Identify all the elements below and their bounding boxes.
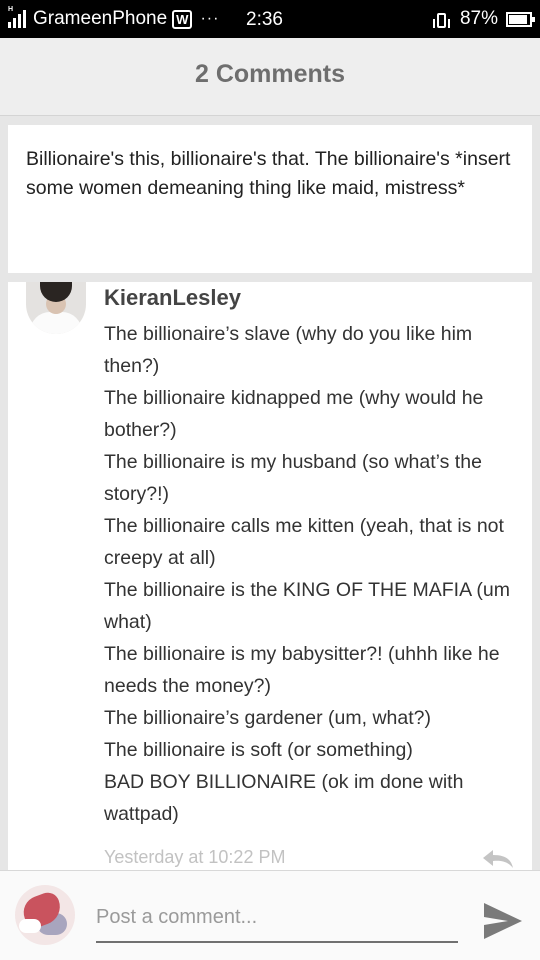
battery-percent: 87% <box>459 8 498 29</box>
vibrate-icon <box>432 10 450 28</box>
current-user-avatar <box>15 885 75 945</box>
send-icon[interactable] <box>482 901 524 941</box>
story-excerpt-text: Billionaire's this, billionaire's that. … <box>26 148 511 199</box>
comment-timestamp: Yesterday at 10:22 PM <box>104 847 286 867</box>
story-excerpt-card: Billionaire's this, billionaire's that. … <box>8 125 532 273</box>
comment-body: The billionaire’s slave (why do you like… <box>104 318 528 830</box>
status-bar-left: H GrameenPhone W ··· <box>8 6 220 30</box>
comment-line: The billionaire’s gardener (um, what?) <box>104 707 431 729</box>
signal-icon: H <box>8 6 28 28</box>
carrier-name: GrameenPhone <box>33 8 168 29</box>
comment-input[interactable] <box>96 899 458 943</box>
comment-line: The billionaire is my babysitter?! (uhhh… <box>104 643 500 697</box>
comment-line: The billionaire is the KING OF THE MAFIA… <box>104 579 511 633</box>
status-bar-right: 87% <box>432 8 535 30</box>
comment-line: The billionaire’s slave (why do you like… <box>104 323 473 377</box>
comment-compose-bar <box>0 870 540 960</box>
comment-line: The billionaire is my husband (so what’s… <box>104 451 482 505</box>
status-time: 2:36 <box>246 9 283 30</box>
more-notifications-icon: ··· <box>200 10 220 27</box>
reply-icon[interactable] <box>480 848 516 870</box>
battery-icon <box>506 11 535 27</box>
comment-line: The billionaire is soft (or something) <box>104 739 413 761</box>
comment-line: The billionaire kidnapped me (why would … <box>104 387 484 441</box>
signal-h-label: H <box>8 6 14 13</box>
network-badge-icon: W <box>172 9 193 29</box>
page-title: 2 Comments <box>194 60 346 88</box>
status-bar: H GrameenPhone W ··· 2:36 87% <box>0 0 540 38</box>
comment-line: BAD BOY BILLIONAIRE (ok im done with wat… <box>104 771 464 825</box>
comment-card: KieranLesley The billionaire’s slave (wh… <box>8 282 532 870</box>
comment-author-name[interactable]: KieranLesley <box>104 285 241 311</box>
commenter-avatar[interactable] <box>26 282 86 334</box>
comment-line: The billionaire calls me kitten (yeah, t… <box>104 515 504 569</box>
comments-header: 2 Comments <box>0 38 540 116</box>
